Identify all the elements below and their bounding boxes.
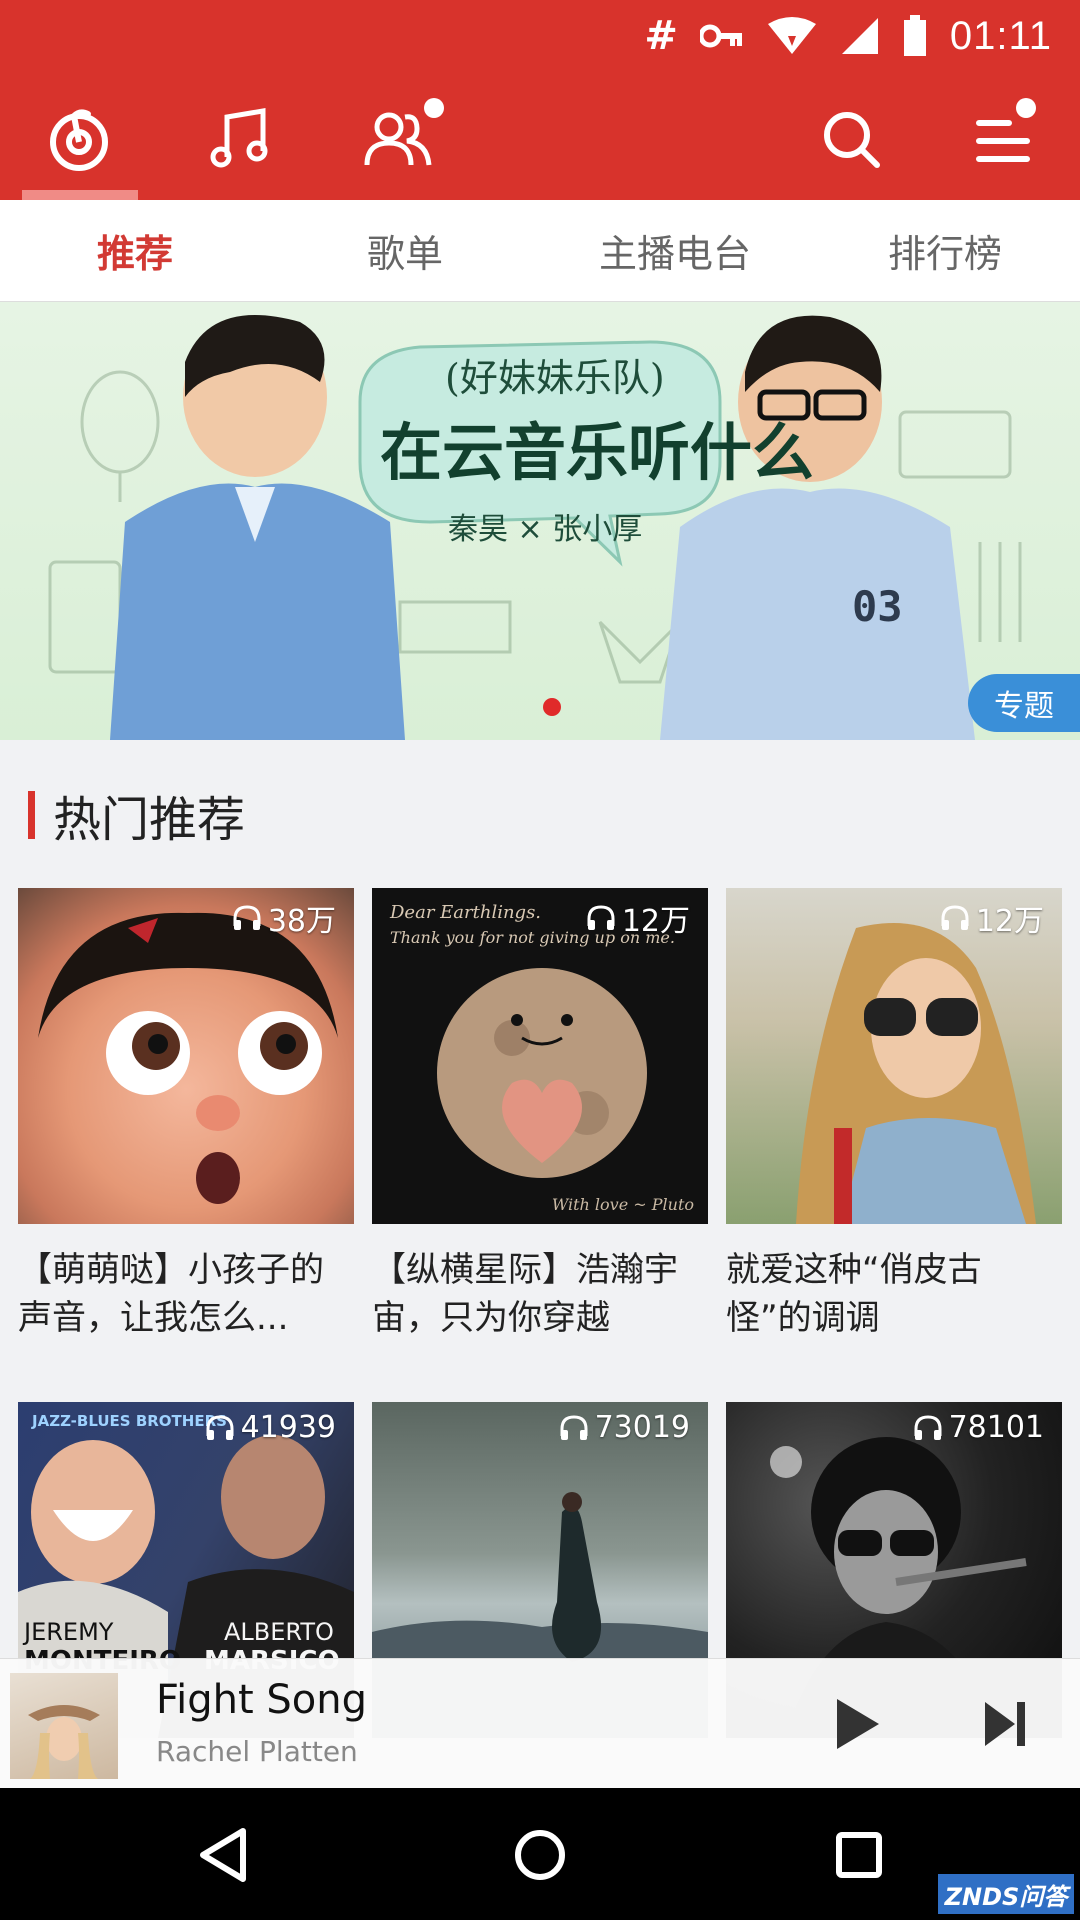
next-button[interactable] [968,1687,1042,1761]
watermark: ZNDS问答 [938,1874,1074,1914]
tab-playlists[interactable]: 歌单 [270,200,540,301]
search-icon[interactable] [806,94,896,184]
skip-next-icon [985,1702,1025,1746]
section-accent-bar [28,791,35,839]
section-header: 热门推荐 [28,780,245,850]
playlist-title[interactable]: 【萌萌哒】小孩子的声音，让我怎么... [18,1246,354,1342]
top-bar [0,72,1080,200]
mini-player[interactable]: Fight Song Rachel Platten [0,1658,1080,1788]
netease-logo-icon[interactable] [34,94,124,184]
cover-text-line1: JAZZ-BLUES BROTHERS [32,1412,227,1430]
recents-icon [836,1832,882,1878]
play-count-value: 12万 [621,904,690,939]
play-count-value: 41939 [240,1410,336,1445]
sub-tabs: 推荐 歌单 主播电台 排行榜 [0,200,1080,302]
tab-charts[interactable]: 排行榜 [810,200,1080,301]
playlist-card[interactable]: Dear Earthlings. Thank you for not givin… [372,888,708,1342]
playlist-title[interactable]: 【纵横星际】浩瀚宇宙，只为你穿越 [372,1246,708,1342]
back-icon [200,1828,246,1882]
tab-radio[interactable]: 主播电台 [540,200,810,301]
key-icon [699,21,744,51]
section-title[interactable]: 热门推荐 [53,780,245,850]
home-button[interactable] [503,1818,577,1892]
banner-title-line2: 在云音乐听什么 [380,416,815,489]
tab-recommend[interactable]: 推荐 [0,200,270,301]
status-time: 01:11 [949,13,1052,58]
headphones-icon [206,1414,234,1440]
headphones-icon [560,1414,588,1440]
status-bar: # 01:11 [0,0,1080,72]
menu-badge [1016,98,1036,118]
play-count-value: 73019 [594,1410,690,1445]
playlist-title[interactable]: 就爱这种“俏皮古怪”的调调 [726,1246,1062,1342]
playlist-card[interactable]: 12万 就爱这种“俏皮古怪”的调调 [726,888,1062,1342]
recents-button[interactable] [822,1818,896,1892]
promo-banner[interactable]: (好妹妹乐队) 在云音乐听什么 秦昊 × 张小厚 03 专题 [0,302,1080,740]
banner-topic-tag: 专题 [968,674,1080,732]
active-tab-indicator [22,190,138,200]
playlist-card[interactable]: 38万 【萌萌哒】小孩子的声音，让我怎么... [18,888,354,1342]
play-count: 38万 [232,896,336,940]
banner-jersey-number: 03 [852,582,903,631]
friends-badge [424,98,444,118]
play-count-value: 12万 [975,904,1044,939]
signal-icon [840,16,880,56]
play-count: 41939 [205,1410,336,1445]
playlist-cover[interactable]: 12万 [726,888,1062,1224]
play-count: 78101 [913,1410,1044,1445]
play-count: 12万 [940,896,1044,940]
playlist-cover[interactable]: Dear Earthlings. Thank you for not givin… [372,888,708,1224]
home-icon [515,1830,565,1880]
cover-text-line3: ALBERTO [224,1618,334,1646]
hash-icon: # [644,13,678,59]
play-icon [837,1699,879,1749]
music-note-icon[interactable] [194,94,284,184]
play-button[interactable] [820,1687,894,1761]
play-count-value: 78101 [948,1410,1044,1445]
headphones-icon [914,1414,942,1440]
play-count: 12万 [586,896,690,940]
now-playing-title[interactable]: Fight Song [156,1677,367,1723]
play-count-value: 38万 [267,904,336,939]
headphones-icon [941,905,969,930]
wifi-icon [766,16,818,56]
system-nav-bar: ZNDS问答 [0,1788,1080,1920]
headphones-icon [233,905,261,930]
now-playing-artist: Rachel Platten [156,1735,358,1768]
banner-subtitle: 秦昊 × 张小厚 [448,512,643,547]
now-playing-cover[interactable] [10,1673,118,1779]
headphones-icon [587,905,615,930]
banner-page-indicator[interactable] [543,698,561,716]
battery-icon [902,15,928,57]
cover-text-line3: With love ~ Pluto [551,1195,694,1214]
cover-text-line2: JEREMY [24,1618,114,1646]
banner-title-line1: (好妹妹乐队) [445,356,665,400]
cover-text-line1: Dear Earthlings. [390,902,542,923]
play-count: 73019 [559,1410,690,1445]
playlist-cover[interactable]: 38万 [18,888,354,1224]
back-button[interactable] [186,1818,260,1892]
